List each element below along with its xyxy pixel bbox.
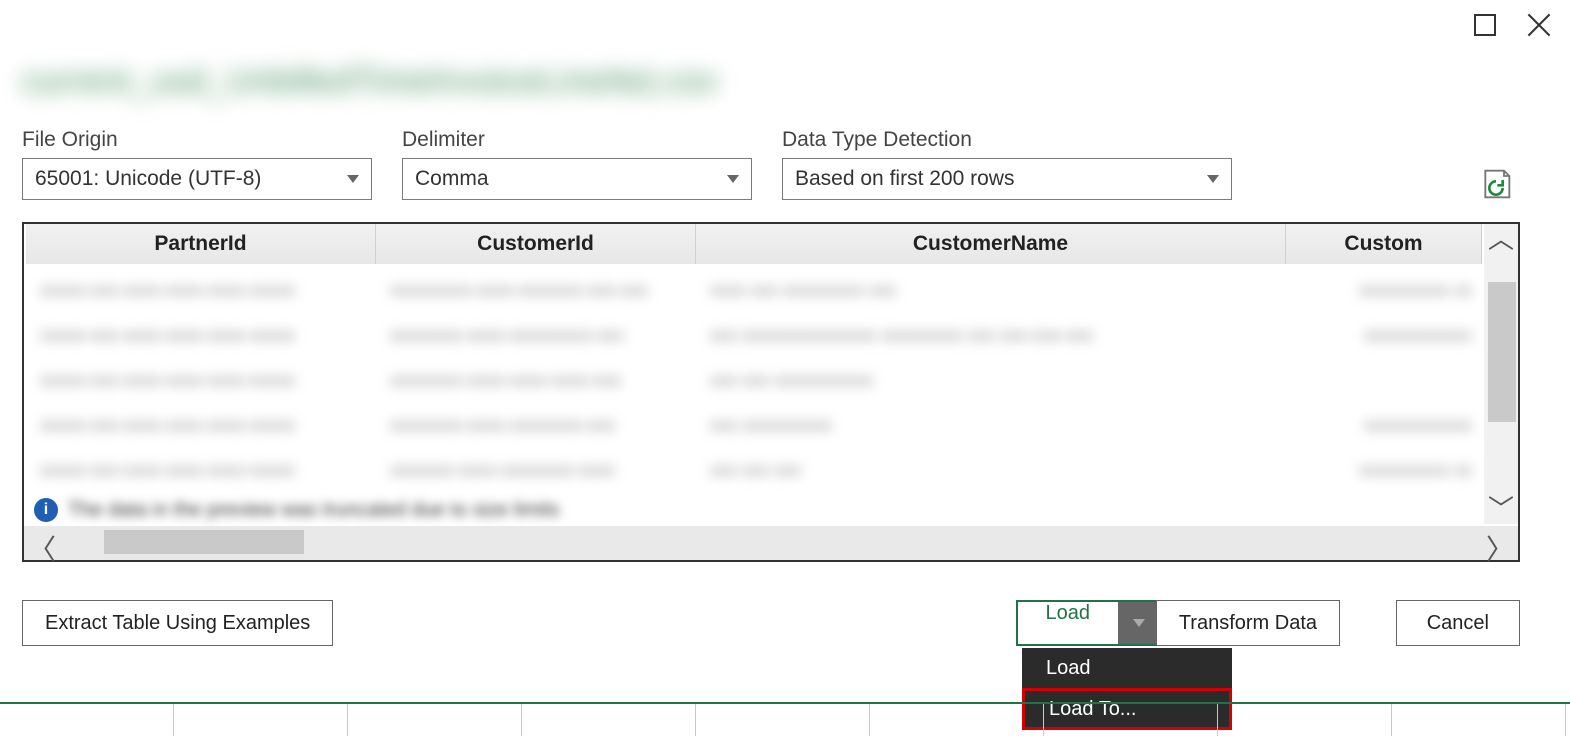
refresh-icon[interactable] xyxy=(1480,168,1512,200)
load-dropdown-toggle[interactable] xyxy=(1118,602,1160,644)
close-button[interactable] xyxy=(1526,12,1552,38)
file-origin-label: File Origin xyxy=(22,128,372,152)
scroll-left-icon[interactable]: 〈 xyxy=(28,528,56,568)
transform-data-button[interactable]: Transform Data xyxy=(1156,600,1340,646)
chevron-down-icon xyxy=(1133,619,1145,627)
load-split-button[interactable]: Load xyxy=(1016,600,1163,646)
preview-info: i The data in the preview was truncated … xyxy=(34,498,559,522)
column-header-custom[interactable]: Custom xyxy=(1286,224,1482,264)
delimiter-select[interactable]: Comma xyxy=(402,158,752,200)
type-detect-label: Data Type Detection xyxy=(782,128,1232,152)
table-row: xxxxx-xxx-xxxx-xxxx-xxxx-xxxxx xxxxxxxx-… xyxy=(30,403,1482,448)
spreadsheet-grid xyxy=(0,702,1570,736)
horizontal-scroll-thumb[interactable] xyxy=(104,530,304,554)
info-icon: i xyxy=(34,498,58,522)
file-origin-value: 65001: Unicode (UTF-8) xyxy=(35,167,261,191)
dropdown-item-load[interactable]: Load xyxy=(1022,648,1232,688)
preview-info-text: The data in the preview was truncated du… xyxy=(68,499,559,522)
vertical-scroll-thumb[interactable] xyxy=(1488,282,1516,422)
scroll-down-icon[interactable]: ﹀ xyxy=(1488,494,1514,524)
chevron-down-icon xyxy=(347,175,359,183)
scroll-right-icon[interactable]: 〉 xyxy=(1486,528,1514,568)
column-header-partnerid[interactable]: PartnerId xyxy=(26,224,376,264)
column-header-customername[interactable]: CustomerName xyxy=(696,224,1286,264)
table-row: xxxxx-xxx-xxxx-xxxx-xxxx-xxxxx xxxxxxxx-… xyxy=(30,313,1482,358)
restore-button[interactable] xyxy=(1474,14,1496,36)
chevron-down-icon xyxy=(727,175,739,183)
type-detect-value: Based on first 200 rows xyxy=(795,167,1014,191)
table-row: xxxxx-xxx-xxxx-xxxx-xxxx-xxxxx xxxxxxxx-… xyxy=(30,358,1482,403)
delimiter-value: Comma xyxy=(415,167,489,191)
horizontal-scrollbar[interactable]: 〈 〉 xyxy=(24,526,1518,560)
data-preview: PartnerId CustomerId CustomerName Custom… xyxy=(22,222,1520,562)
table-row: xxxxx-xxx-xxxx-xxxx-xxxx-xxxxx xxxxxxx-x… xyxy=(30,448,1482,493)
column-header-customerid[interactable]: CustomerId xyxy=(376,224,696,264)
delimiter-label: Delimiter xyxy=(402,128,752,152)
cancel-button[interactable]: Cancel xyxy=(1396,600,1520,646)
type-detect-select[interactable]: Based on first 200 rows xyxy=(782,158,1232,200)
file-origin-select[interactable]: 65001: Unicode (UTF-8) xyxy=(22,158,372,200)
chevron-down-icon xyxy=(1207,175,1219,183)
load-button[interactable]: Load xyxy=(1018,602,1119,644)
scroll-up-icon[interactable]: ︿ xyxy=(1488,224,1514,254)
extract-table-button[interactable]: Extract Table Using Examples xyxy=(22,600,333,646)
table-row: xxxxx-xxx-xxxx-xxxx-xxxx-xxxxx xxxxxxxxx… xyxy=(30,268,1482,313)
column-headers: PartnerId CustomerId CustomerName Custom xyxy=(26,224,1482,264)
file-title: current_usd_UnbilledTimeInvoiceLineIte|.… xyxy=(22,62,718,101)
